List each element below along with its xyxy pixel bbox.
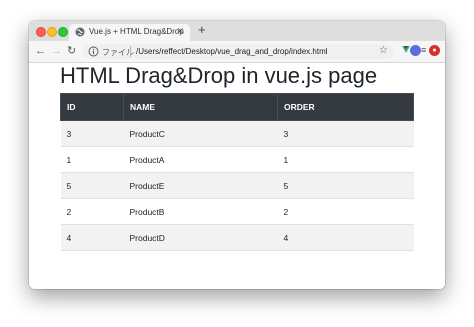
tab-title: Vue.js + HTML Drag&Drop — [89, 27, 184, 36]
zoom-window-button[interactable] — [58, 27, 68, 37]
cell-name: ProductE — [123, 172, 278, 199]
cell-name: ProductB — [123, 198, 278, 225]
cell-id: 2 — [60, 198, 124, 225]
cell-order: 1 — [277, 146, 414, 173]
product-table: ID NAME ORDER 3 ProductC 3 1 ProductA 1 … — [60, 93, 414, 251]
profile-avatar[interactable] — [410, 45, 421, 56]
title-bar: Vue.js + HTML Drag&Drop ✕ + — [29, 21, 445, 41]
info-icon[interactable] — [88, 46, 99, 57]
table-row[interactable]: 4 ProductD 4 — [60, 224, 414, 251]
cell-name: ProductA — [123, 146, 278, 173]
cell-id: 4 — [60, 224, 124, 251]
new-tab-button[interactable]: + — [198, 22, 206, 38]
address-bar[interactable]: ファイル /Users/reffect/Desktop/vue_drag_and… — [83, 44, 394, 59]
cell-order: 4 — [277, 224, 414, 251]
reload-icon[interactable]: ↻ — [67, 44, 76, 58]
minimize-window-button[interactable] — [47, 27, 57, 37]
browser-window: Vue.js + HTML Drag&Drop ✕ + ← → ↻ ファイル /… — [29, 21, 445, 289]
globe-icon — [75, 27, 85, 37]
column-header-order: ORDER — [277, 93, 414, 121]
cell-order: 3 — [277, 120, 414, 147]
page-title: HTML Drag&Drop in vue.js page — [60, 63, 378, 88]
forward-icon[interactable]: → — [51, 44, 62, 58]
back-icon[interactable]: ← — [35, 44, 46, 58]
cell-id: 5 — [60, 172, 124, 199]
star-icon[interactable]: ☆ — [379, 45, 388, 56]
cell-id: 3 — [60, 120, 124, 147]
column-header-name: NAME — [123, 93, 278, 121]
vue-devtools-icon[interactable] — [402, 46, 410, 53]
close-window-button[interactable] — [36, 27, 46, 37]
reading-list-icon[interactable]: ≡ — [421, 45, 426, 55]
browser-tab[interactable]: Vue.js + HTML Drag&Drop ✕ — [69, 24, 190, 41]
address-divider — [130, 46, 131, 57]
table-row[interactable]: 5 ProductE 5 — [60, 172, 414, 199]
cell-name: ProductD — [123, 224, 278, 251]
cell-id: 1 — [60, 146, 124, 173]
cell-order: 2 — [277, 198, 414, 225]
cell-order: 5 — [277, 172, 414, 199]
url-text[interactable]: /Users/reffect/Desktop/vue_drag_and_drop… — [136, 47, 328, 56]
browser-toolbar: ← → ↻ ファイル /Users/reffect/Desktop/vue_dr… — [29, 41, 445, 63]
column-header-id: ID — [60, 93, 124, 121]
table-row[interactable]: 3 ProductC 3 — [60, 120, 414, 147]
table-row[interactable]: 2 ProductB 2 — [60, 198, 414, 225]
table-header-row: ID NAME ORDER — [60, 93, 414, 121]
extension-icon[interactable]: ● — [429, 45, 440, 56]
table-row[interactable]: 1 ProductA 1 — [60, 146, 414, 173]
close-tab-icon[interactable]: ✕ — [176, 26, 184, 37]
cell-name: ProductC — [123, 120, 278, 147]
